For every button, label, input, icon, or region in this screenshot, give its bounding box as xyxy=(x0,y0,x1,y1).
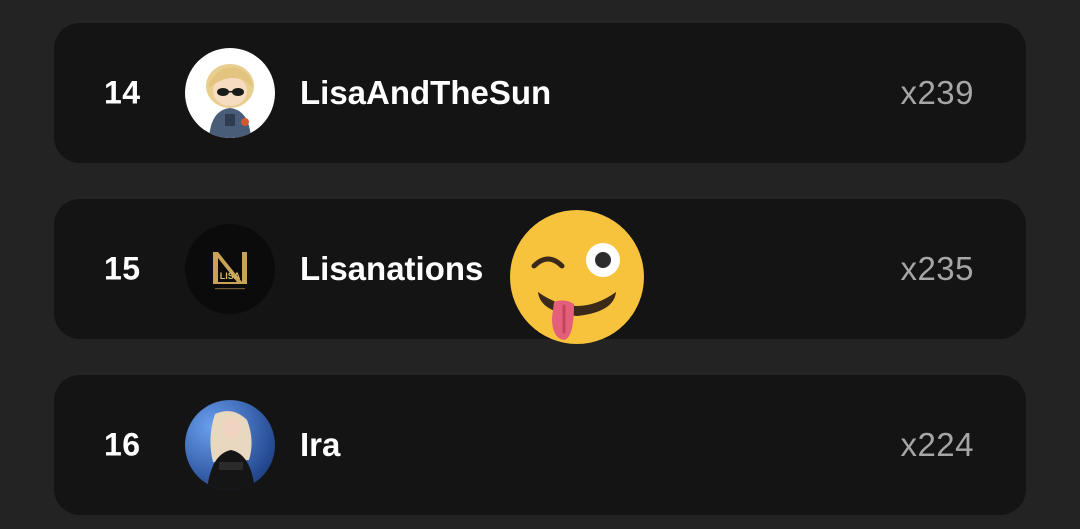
photo-avatar-icon xyxy=(185,400,275,490)
score-count: x224 xyxy=(900,426,974,463)
leaderboard-row[interactable]: 14 LisaAndTheSun x239 xyxy=(54,23,1026,163)
lisa-logo-avatar-icon: LISA xyxy=(185,224,275,314)
leaderboard-row[interactable]: 16 Ira x224 xyxy=(54,375,1026,515)
score-count: x235 xyxy=(900,250,974,287)
winking-tongue-emoji-icon xyxy=(510,210,644,344)
score-count: x239 xyxy=(900,74,974,111)
rank-number: 14 xyxy=(104,74,141,111)
user-avatar[interactable] xyxy=(185,400,275,490)
user-avatar[interactable] xyxy=(185,48,275,138)
user-avatar[interactable]: LISA xyxy=(185,224,275,314)
rank-number: 16 xyxy=(104,426,141,463)
username: Lisanations xyxy=(300,250,484,287)
leaderboard-list: 14 LisaAndTheSun x239 15 LISA Lisanation… xyxy=(0,0,1080,529)
cartoon-girl-avatar-icon xyxy=(185,48,275,138)
rank-number: 15 xyxy=(104,250,141,287)
username: LisaAndTheSun xyxy=(300,74,552,111)
username: Ira xyxy=(300,426,341,463)
logo-text: LISA xyxy=(220,271,241,281)
